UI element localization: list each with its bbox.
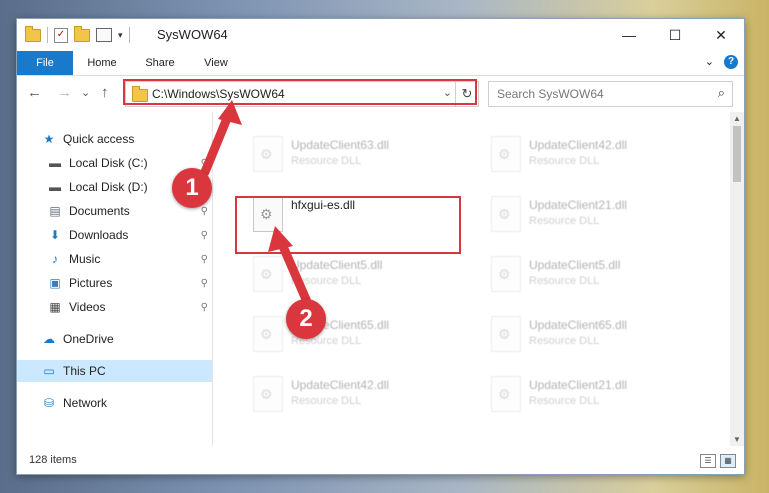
step-1-badge: 1 <box>172 168 212 208</box>
step-2-badge: 2 <box>286 299 326 339</box>
arrow-1-shaft <box>200 111 233 177</box>
arrow-2-shaft <box>277 239 313 309</box>
annotation-arrows <box>200 100 313 309</box>
arrow-2-head <box>268 226 293 252</box>
